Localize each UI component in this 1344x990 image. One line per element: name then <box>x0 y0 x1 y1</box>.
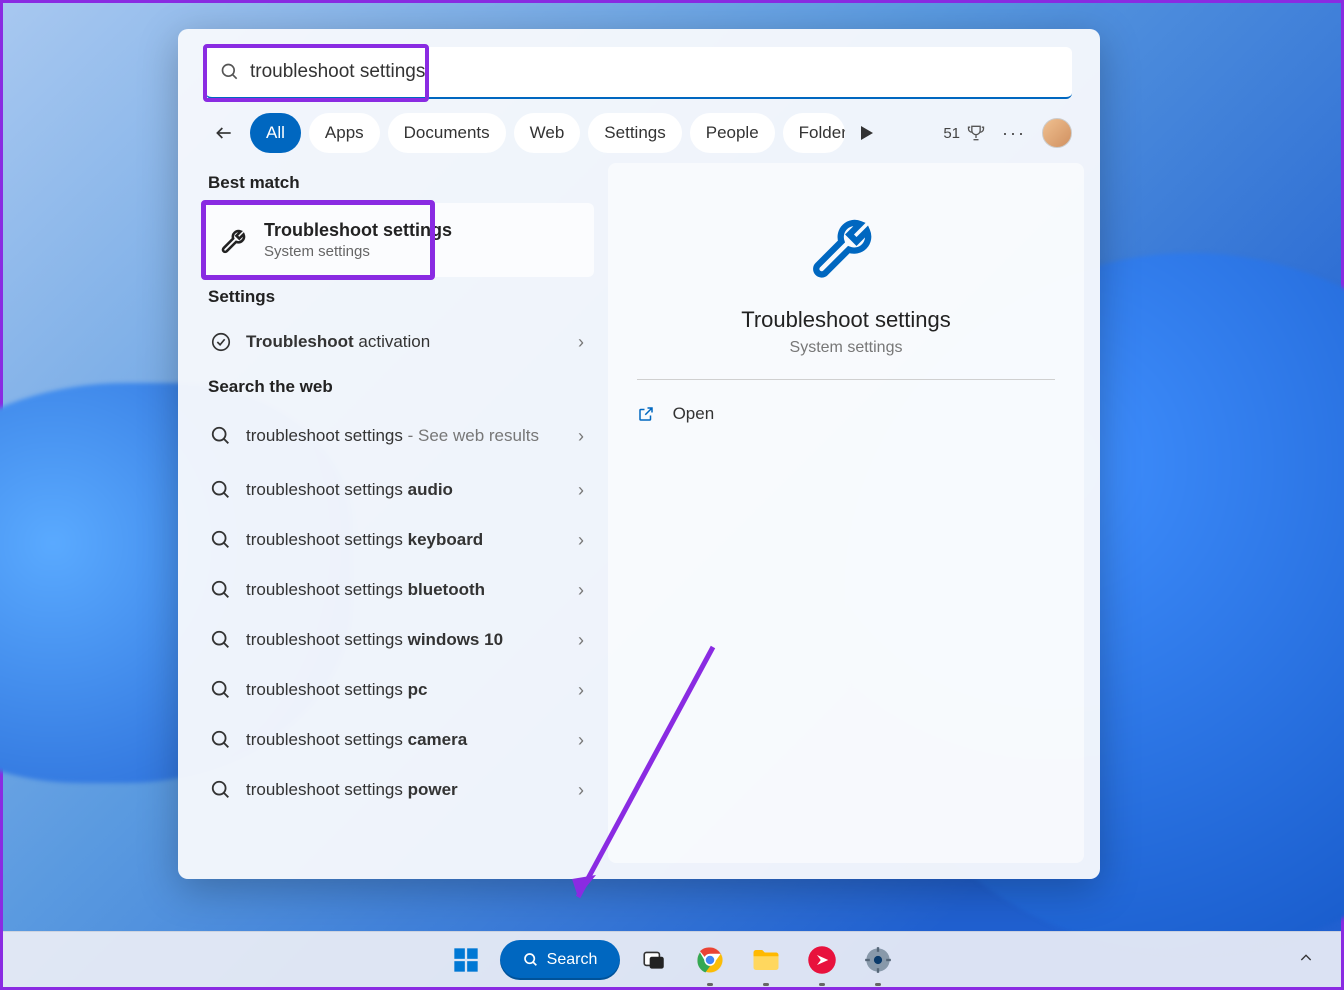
settings-result-activation[interactable]: Troubleshoot activation › <box>204 317 594 367</box>
taskbar-search-label: Search <box>547 951 598 969</box>
web-result-power[interactable]: troubleshoot settings power › <box>204 765 594 815</box>
gear-icon <box>864 946 892 974</box>
search-icon <box>523 952 539 968</box>
web-result-label: troubleshoot settings windows 10 <box>246 630 578 650</box>
search-icon <box>210 579 232 601</box>
chevron-right-icon: › <box>578 332 584 353</box>
triangle-right-icon <box>861 126 873 140</box>
section-search-web: Search the web <box>204 367 594 407</box>
user-avatar[interactable] <box>1042 118 1072 148</box>
chevron-right-icon: › <box>578 730 584 751</box>
search-icon <box>210 729 232 751</box>
chevron-right-icon: › <box>578 426 584 447</box>
filter-tabs-row: All Apps Documents Web Settings People F… <box>178 99 1100 163</box>
best-match-title: Troubleshoot settings <box>264 220 452 241</box>
start-button[interactable] <box>444 938 488 982</box>
rewards-button[interactable]: 51 <box>943 123 986 143</box>
web-result-pc[interactable]: troubleshoot settings pc › <box>204 665 594 715</box>
best-match-subtitle: System settings <box>264 243 452 260</box>
arrow-left-icon <box>214 123 234 143</box>
task-view-icon <box>641 947 667 973</box>
web-result-bluetooth[interactable]: troubleshoot settings bluetooth › <box>204 565 594 615</box>
check-circle-icon <box>210 331 232 353</box>
section-settings: Settings <box>204 277 594 317</box>
trophy-icon <box>966 123 986 143</box>
search-icon <box>210 779 232 801</box>
open-action[interactable]: Open <box>637 398 1056 430</box>
taskbar: Search <box>3 931 1341 987</box>
web-result-label: troubleshoot settings - See web results <box>246 425 578 446</box>
tab-web[interactable]: Web <box>514 113 581 153</box>
task-view-button[interactable] <box>632 938 676 982</box>
taskbar-file-explorer[interactable] <box>744 938 788 982</box>
web-result-label: troubleshoot settings camera <box>246 730 578 750</box>
tab-settings[interactable]: Settings <box>588 113 681 153</box>
chevron-right-icon: › <box>578 630 584 651</box>
web-result-audio[interactable]: troubleshoot settings audio › <box>204 465 594 515</box>
taskbar-chrome[interactable] <box>688 938 732 982</box>
web-result-label: troubleshoot settings pc <box>246 680 578 700</box>
web-result-windows-10[interactable]: troubleshoot settings windows 10 › <box>204 615 594 665</box>
search-icon <box>210 679 232 701</box>
tab-documents[interactable]: Documents <box>388 113 506 153</box>
wrench-icon <box>218 223 252 257</box>
chevron-right-icon: › <box>578 780 584 801</box>
rewards-points: 51 <box>943 125 960 142</box>
web-result-see-results[interactable]: troubleshoot settings - See web results … <box>204 407 594 465</box>
detail-title: Troubleshoot settings <box>741 307 951 333</box>
search-icon <box>210 629 232 651</box>
best-match-item[interactable]: Troubleshoot settings System settings <box>204 203 594 277</box>
open-external-icon <box>637 405 655 423</box>
section-best-match: Best match <box>204 163 594 203</box>
folder-icon <box>751 947 781 973</box>
tab-all[interactable]: All <box>250 113 301 153</box>
search-bar[interactable] <box>206 47 1072 99</box>
detail-pane: Troubleshoot settings System settings Op… <box>608 163 1084 863</box>
chevron-right-icon: › <box>578 530 584 551</box>
chevron-right-icon: › <box>578 480 584 501</box>
web-result-label: troubleshoot settings keyboard <box>246 530 578 550</box>
web-result-camera[interactable]: troubleshoot settings camera › <box>204 715 594 765</box>
open-label: Open <box>673 404 715 424</box>
settings-result-label: Troubleshoot activation <box>246 332 578 352</box>
search-panel: All Apps Documents Web Settings People F… <box>178 29 1100 879</box>
web-result-label: troubleshoot settings audio <box>246 480 578 500</box>
search-icon <box>210 529 232 551</box>
more-options-button[interactable]: ··· <box>1002 123 1026 144</box>
detail-subtitle: System settings <box>790 339 903 357</box>
taskbar-app-red[interactable] <box>800 938 844 982</box>
divider <box>637 379 1056 380</box>
back-button[interactable] <box>206 115 242 151</box>
windows-icon <box>452 946 480 974</box>
chevron-up-icon <box>1298 950 1314 966</box>
chevron-right-icon: › <box>578 680 584 701</box>
web-result-label: troubleshoot settings power <box>246 780 578 800</box>
tab-apps[interactable]: Apps <box>309 113 380 153</box>
web-result-keyboard[interactable]: troubleshoot settings keyboard › <box>204 515 594 565</box>
results-column: Best match Troubleshoot settings System … <box>204 163 594 863</box>
chrome-icon <box>695 945 725 975</box>
search-icon <box>210 479 232 501</box>
tab-folders[interactable]: Folders <box>783 113 845 153</box>
search-icon <box>220 62 240 82</box>
search-input[interactable] <box>250 61 1058 83</box>
tabs-scroll-right[interactable] <box>853 119 881 147</box>
taskbar-settings[interactable] <box>856 938 900 982</box>
taskbar-search-button[interactable]: Search <box>500 940 620 980</box>
wrench-icon <box>804 203 888 287</box>
taskbar-tray-chevron[interactable] <box>1291 943 1321 973</box>
web-result-label: troubleshoot settings bluetooth <box>246 580 578 600</box>
chevron-right-icon: › <box>578 580 584 601</box>
app-icon <box>807 945 837 975</box>
search-icon <box>210 425 232 447</box>
tab-people[interactable]: People <box>690 113 775 153</box>
